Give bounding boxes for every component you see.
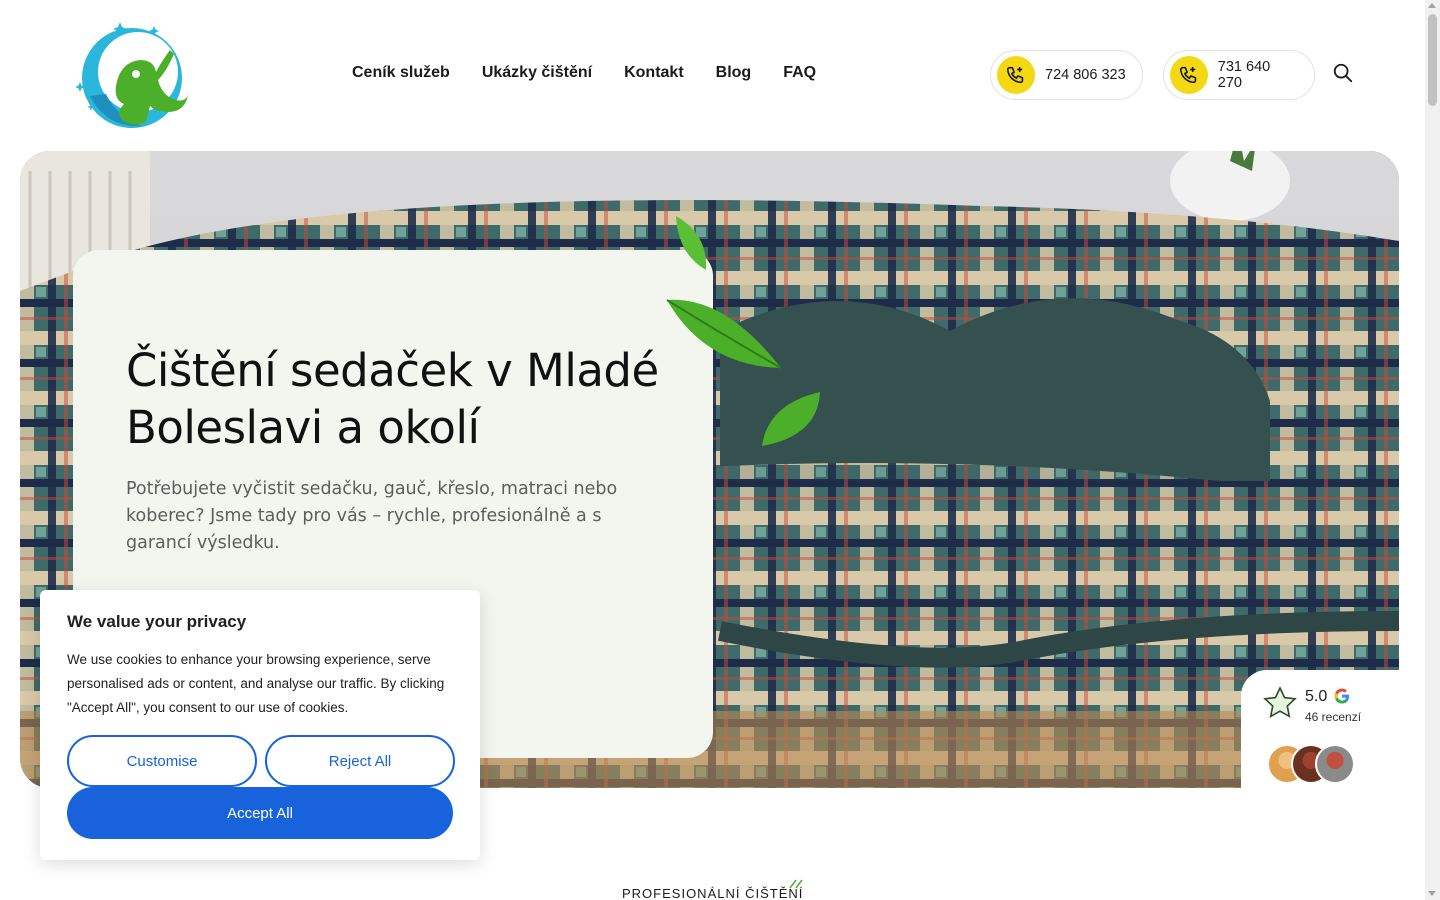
nav-item-faq[interactable]: FAQ (783, 64, 816, 82)
nav-item-cenik[interactable]: Ceník služeb (352, 64, 450, 82)
avatar (1315, 744, 1355, 784)
phone-icon (997, 56, 1035, 94)
scroll-up-arrow-icon[interactable] (1428, 3, 1436, 8)
nav-item-ukazky[interactable]: Ukázky čištění (482, 64, 592, 82)
phone-number: 724 806 323 (1045, 67, 1126, 83)
google-rating-badge[interactable]: 5.0 46 recenzí (1241, 670, 1423, 820)
hero-description: Potřebujete vyčistit sedačku, gauč, křes… (126, 479, 618, 553)
reviewer-avatars (1267, 744, 1357, 784)
hero-title: Čištění sedaček v Mladé Boleslavi a okol… (126, 344, 659, 454)
nav-item-kontakt[interactable]: Kontakt (624, 64, 684, 82)
star-icon (1263, 686, 1297, 718)
page: Ceník služeb Ukázky čištění Kontakt Blog… (0, 0, 1440, 900)
scroll-down-arrow-icon[interactable] (1428, 891, 1436, 896)
accept-all-button[interactable]: Accept All (67, 787, 453, 839)
customise-button[interactable]: Customise (67, 735, 257, 787)
cookie-consent-banner: We value your privacy We use cookies to … (40, 590, 480, 860)
search-icon[interactable] (1332, 62, 1356, 86)
monkey-cleaning-logo-icon (75, 22, 188, 128)
google-icon (1334, 688, 1350, 704)
scrollbar-thumb[interactable] (1428, 14, 1437, 106)
main-nav: Ceník služeb Ukázky čištění Kontakt Blog… (352, 64, 816, 82)
slash-decoration-icon (789, 879, 803, 889)
leaf-decoration-icon (762, 392, 820, 446)
rating-score: 5.0 (1305, 688, 1328, 705)
cookie-text: We use cookies to enhance your browsing … (67, 652, 445, 715)
page-scrollbar[interactable] (1425, 0, 1440, 900)
rating-count: 46 recenzí (1305, 710, 1362, 724)
nav-item-blog[interactable]: Blog (716, 64, 752, 82)
phone-number: 731 640 270 (1217, 59, 1271, 91)
cookie-title: We value your privacy (67, 612, 247, 631)
phone-button-1[interactable]: 724 806 323 (990, 50, 1143, 100)
leaf-decoration-icon (666, 299, 782, 369)
phone-icon (1170, 56, 1208, 94)
section-label: PROFESIONÁLNÍ ČIŠTĚNÍ (622, 886, 804, 900)
phone-button-2[interactable]: 731 640 270 (1163, 50, 1315, 100)
leaf-decoration-icon (676, 216, 707, 270)
site-logo[interactable] (75, 16, 192, 134)
reject-all-button[interactable]: Reject All (265, 735, 455, 787)
